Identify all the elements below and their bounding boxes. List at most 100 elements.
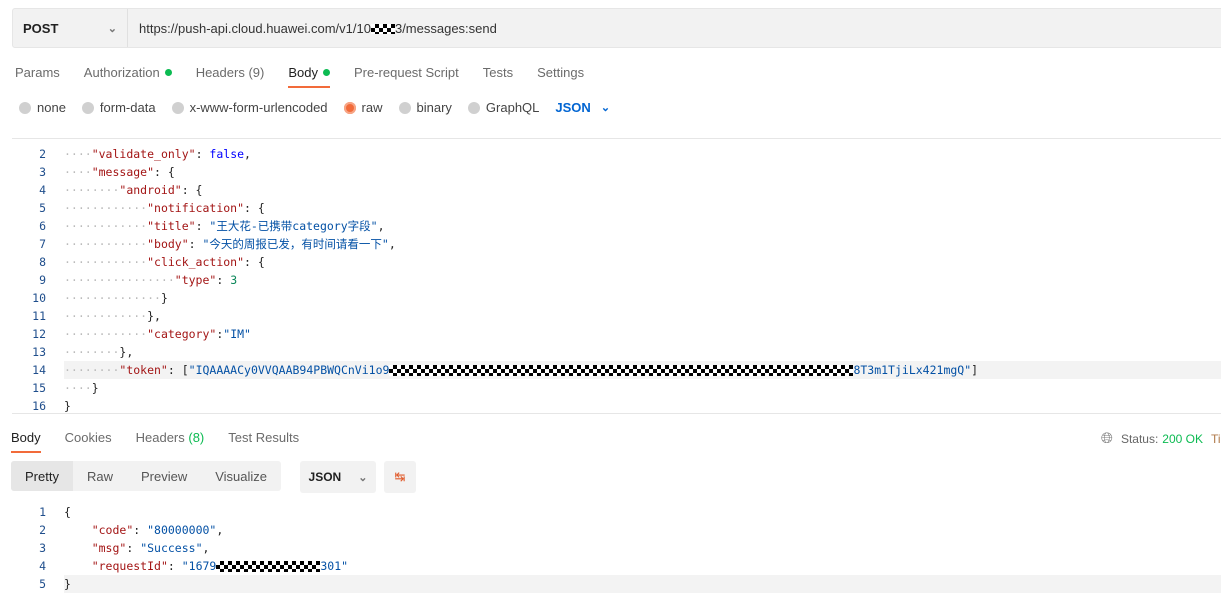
- code-token: : {: [181, 183, 203, 197]
- code-token: :: [126, 541, 141, 555]
- radio-circle: [171, 101, 184, 114]
- code-token: "token": [119, 363, 168, 377]
- url-prefix: https://push-api.cloud.huawei.com/v1/10: [139, 20, 371, 36]
- response-format-select[interactable]: JSON ⌄: [300, 461, 376, 493]
- response-body: 1 {2 "code": "80000000", 3 "msg": "Success…: [12, 503, 1221, 595]
- indent-guide: ················: [64, 273, 175, 287]
- code-line: }: [64, 397, 71, 413]
- code-token: ]: [971, 363, 979, 377]
- code-token: 3: [230, 273, 238, 287]
- request-body-editor[interactable]: 2 ····"validate_only": false, 3 ····"messag…: [12, 138, 1221, 414]
- code-token: "今天的周报已发，有时间请看一下": [202, 237, 389, 251]
- indent-guide: ········: [64, 345, 120, 359]
- code-token: : [: [167, 363, 189, 377]
- line-number: 15: [32, 381, 46, 395]
- view-mode-pretty[interactable]: Pretty: [11, 461, 73, 491]
- radio-circle: [398, 101, 411, 114]
- code-line: ············"click_action": {: [64, 253, 265, 271]
- code-token: "1679: [181, 559, 217, 573]
- code-token: "type": [174, 273, 217, 287]
- tab-label: Test Results: [228, 430, 300, 445]
- code-token: }: [91, 381, 99, 395]
- indent-guide: ············: [64, 309, 148, 323]
- radio-none[interactable]: none: [19, 100, 66, 115]
- tab-pre-request-script[interactable]: Pre-request Script: [354, 65, 459, 80]
- code-token: "code": [91, 523, 134, 537]
- code-token: false: [209, 147, 245, 161]
- radio-label: binary: [416, 100, 452, 115]
- indent-guide: ············: [64, 201, 148, 215]
- view-mode-selector: Pretty Raw Preview Visualize: [11, 461, 282, 491]
- indent-guide: ····: [64, 147, 92, 161]
- code-token: "validate_only": [91, 147, 196, 161]
- tab-tests[interactable]: Tests: [483, 65, 513, 80]
- tab-settings[interactable]: Settings: [537, 65, 584, 80]
- tab-body[interactable]: Body: [288, 65, 330, 88]
- code-line: ················"type": 3: [64, 271, 237, 289]
- indent-guide: ············: [64, 255, 148, 269]
- redacted-region: [370, 24, 395, 35]
- code-token: "notification": [147, 201, 245, 215]
- response-status: 🌐︎ Status: 200 OK Ti: [1101, 430, 1221, 447]
- code-line: "code": "80000000",: [64, 521, 224, 539]
- view-mode-preview[interactable]: Preview: [127, 461, 201, 491]
- code-token: "IM": [223, 327, 251, 341]
- status-label: Status:: [1120, 431, 1159, 446]
- code-line: ··············}: [64, 289, 168, 307]
- chevron-down-icon: ⌄: [358, 471, 368, 484]
- line-number: 12: [32, 327, 46, 341]
- radio-circle: [467, 101, 480, 114]
- globe-icon[interactable]: 🌐︎: [1101, 430, 1113, 447]
- code-token: }: [64, 577, 71, 591]
- code-line: ············"category":"IM": [64, 325, 251, 343]
- line-number: 5: [39, 577, 46, 591]
- code-token: : {: [244, 201, 265, 215]
- body-format-select[interactable]: JSON ⌄: [555, 100, 610, 115]
- radio-label: GraphQL: [485, 100, 540, 115]
- code-token: :: [195, 147, 210, 161]
- code-line: ····}: [64, 379, 99, 397]
- view-mode-raw[interactable]: Raw: [73, 461, 127, 491]
- tab-authorization[interactable]: Authorization: [84, 65, 172, 80]
- response-tabs: Body Cookies Headers (8) Test Results: [11, 430, 323, 453]
- line-number: 4: [39, 183, 46, 197]
- radio-circle: [81, 101, 94, 114]
- status-dot: [164, 69, 172, 76]
- line-number: 9: [39, 273, 46, 287]
- code-token: "android": [119, 183, 182, 197]
- tab-params[interactable]: Params: [15, 65, 60, 80]
- tab-headers[interactable]: Headers (8): [136, 430, 205, 445]
- code-token: "requestId": [91, 559, 168, 573]
- tab-label: Cookies: [64, 430, 112, 445]
- code-token: }: [160, 291, 168, 305]
- tab-cookies[interactable]: Cookies: [65, 430, 112, 445]
- line-number: 10: [32, 291, 46, 305]
- url-input[interactable]: https://push-api.cloud.huawei.com/v1/10 3…: [128, 21, 497, 36]
- radio-label: x-www-form-urlencoded: [189, 100, 328, 115]
- line-number: 13: [32, 345, 46, 359]
- view-mode-visualize[interactable]: Visualize: [201, 461, 281, 491]
- tab-headers[interactable]: Headers (9): [196, 65, 265, 80]
- tab-count: (8): [188, 430, 205, 445]
- radio-x-www-form-urlencoded[interactable]: x-www-form-urlencoded: [171, 100, 328, 115]
- code-line: ········"android": {: [64, 181, 202, 199]
- redacted-region: [389, 365, 854, 376]
- radio-GraphQL[interactable]: GraphQL: [467, 100, 540, 115]
- line-number: 11: [32, 309, 46, 323]
- method-select[interactable]: POST ⌄: [13, 9, 128, 47]
- wrap-lines-button[interactable]: ↹: [384, 461, 416, 493]
- status-dot: [322, 69, 330, 76]
- radio-binary[interactable]: binary: [398, 100, 452, 115]
- radio-form-data[interactable]: form-data: [81, 100, 156, 115]
- code-line: }: [64, 575, 71, 593]
- line-number: 16: [32, 399, 46, 413]
- chevron-down-icon: ⌄: [600, 102, 611, 114]
- code-line: ········},: [64, 343, 133, 361]
- request-bar: POST ⌄ https://push-api.cloud.huawei.com/…: [12, 8, 1221, 48]
- code-token: {: [64, 505, 71, 519]
- indent-guide: ····: [64, 165, 92, 179]
- tab-body[interactable]: Body: [11, 430, 41, 453]
- radio-raw[interactable]: raw: [343, 100, 383, 115]
- code-token: "body": [147, 237, 189, 251]
- tab-test-results[interactable]: Test Results: [228, 430, 299, 445]
